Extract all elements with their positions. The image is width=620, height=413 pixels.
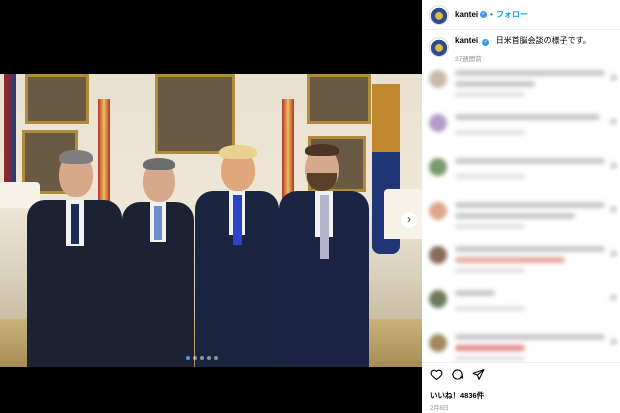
heart-icon	[610, 294, 617, 301]
person	[27, 150, 122, 367]
person	[122, 158, 194, 367]
avatar	[429, 114, 447, 132]
avatar	[429, 290, 447, 308]
follow-button[interactable]: フォロー	[496, 9, 528, 20]
caption-time: 37週間前	[455, 56, 482, 63]
post-photo[interactable]	[0, 74, 422, 367]
username-link[interactable]: kantei	[455, 10, 478, 19]
comment-icon[interactable]	[451, 368, 464, 381]
carousel-dots	[186, 356, 218, 360]
list-item	[429, 290, 617, 323]
heart-icon[interactable]	[430, 368, 443, 381]
avatar	[429, 246, 447, 264]
avatar	[429, 158, 447, 176]
avatar[interactable]	[429, 37, 449, 57]
share-icon[interactable]	[472, 368, 485, 381]
flag	[4, 74, 16, 194]
separator: •	[490, 10, 493, 19]
carousel-dot	[207, 356, 211, 360]
caption-username-link[interactable]: kantei	[455, 36, 478, 45]
list-item	[429, 202, 617, 235]
portrait-frame	[155, 74, 235, 154]
heart-icon	[610, 74, 617, 81]
post-actions: いいね！4836件 2月8日	[422, 362, 620, 413]
instagram-post-view: › kantei ✓ • フォロー kantei ✓ 日米首脳会談の様子です。	[0, 0, 620, 413]
heart-icon	[610, 250, 617, 257]
carousel-next-button[interactable]: ›	[401, 212, 417, 228]
heart-icon	[610, 338, 617, 345]
caption: kantei ✓ 日米首脳会談の様子です。 37週間前	[429, 35, 617, 63]
verified-badge-icon: ✓	[480, 11, 488, 18]
avatar	[429, 202, 447, 220]
carousel-dot	[193, 356, 197, 360]
list-item	[429, 114, 617, 147]
avatar	[429, 334, 447, 352]
post-side-panel: kantei ✓ • フォロー kantei ✓ 日米首脳会談の様子です。 37…	[422, 0, 620, 413]
portrait-frame	[307, 74, 371, 124]
carousel-dot	[214, 356, 218, 360]
avatar[interactable]	[429, 4, 449, 25]
avatar	[429, 70, 447, 88]
media-area: ›	[0, 0, 422, 413]
comment-list	[429, 70, 617, 378]
caption-text: 日米首脳会談の様子です。	[495, 36, 591, 45]
list-item	[429, 70, 617, 103]
likes-count[interactable]: いいね！4836件	[430, 390, 612, 401]
person	[279, 144, 369, 367]
carousel-dot	[200, 356, 204, 360]
portrait-frame	[25, 74, 89, 124]
post-header: kantei ✓ • フォロー	[422, 0, 620, 30]
list-item	[429, 246, 617, 279]
verified-badge-icon: ✓	[482, 39, 490, 46]
person	[195, 145, 279, 367]
heart-icon	[610, 118, 617, 125]
list-item	[429, 158, 617, 191]
caption-body: kantei ✓ 日米首脳会談の様子です。 37週間前	[455, 35, 591, 63]
carousel-dot	[186, 356, 190, 360]
post-date: 2月8日	[430, 406, 449, 412]
heart-icon	[610, 206, 617, 213]
heart-icon	[610, 162, 617, 169]
